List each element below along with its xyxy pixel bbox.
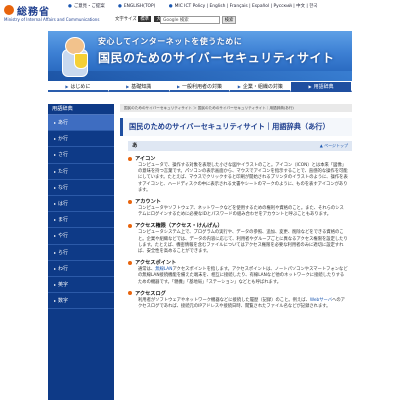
sidebar-item-sa[interactable]: ▸ さ行 <box>48 147 114 164</box>
arrow-right-icon: ▸ <box>54 200 57 206</box>
glossary-term: アイコン <box>135 156 156 162</box>
glossary-description: コンピュータシステム上で、プログラムの実行や、データの参照、追加、変更、削除など… <box>138 230 348 255</box>
top-link-english[interactable]: ● ENGLISH(TOP) <box>118 4 161 9</box>
arrow-right-icon: ▸ <box>54 168 57 174</box>
page-top-link[interactable]: ▲ ページトップ <box>320 141 348 151</box>
glossary-entry: アカウント コンピュータやソフトウェア、ネットワークなどを使用するための権利や資… <box>128 198 352 218</box>
glossary-description: コンピュータで、操作する対象を表現した小さな図やイラストのこと。アイコン（ICO… <box>138 163 348 193</box>
section-letter: あ <box>132 143 138 149</box>
bullet-icon <box>128 156 132 161</box>
site-logo[interactable]: 総務省 Ministry of Internal Affairs and Com… <box>4 3 99 27</box>
bullet-icon <box>128 223 132 228</box>
nav-item-glossary[interactable]: ▶ 用語辞典 <box>291 82 352 92</box>
main-nav: ▶ はじめに ▶ 基礎知識 ▶ 一般利用者の対策 ▶ 企業・組織の対策 ▶ 用語辞典 <box>48 82 352 92</box>
glossary-entry: アクセスログ 利用者がソフトウェアやネットワーク機器などに接続した履歴（記録）の… <box>128 290 352 310</box>
mascot-icon <box>56 35 92 77</box>
glossary-entry: アイコン コンピュータで、操作する対象を表現した小さな図やイラストのこと。アイコ… <box>128 155 352 194</box>
arrow-right-icon: ▸ <box>54 217 57 223</box>
glossary-term: アクセス権限（アクセス・けんげん） <box>135 223 223 230</box>
arrow-right-icon: ▶ <box>65 84 69 89</box>
sidebar-item-numbers[interactable]: ▸ 数字 <box>48 293 114 310</box>
breadcrumb[interactable]: 国民のためのサイバーセキュリティサイト ＞ 国民のためのサイバーセキュリティサイ… <box>120 104 352 112</box>
arrow-right-icon: ▸ <box>54 233 57 239</box>
font-size-control: 文字サイズ 標準 大 <box>115 16 165 22</box>
arrow-right-icon: ▸ <box>54 265 57 271</box>
sidebar-item-alphabet[interactable]: ▸ 英字 <box>48 277 114 294</box>
page-title: 国民のためのサイバーセキュリティサイト｜用語辞典（あ行） <box>120 118 352 136</box>
header: 総務省 Ministry of Internal Affairs and Com… <box>0 0 400 30</box>
sidebar-heading: 用語辞典 <box>48 104 114 115</box>
sidebar: 用語辞典 ▸ あ行 ▸ か行 ▸ さ行 ▸ た行 ▸ な行 ▸ は行 ▸ ま行 ▸ や行 ▸ ら行… <box>48 104 114 400</box>
glossary-term: アカウント <box>135 199 161 206</box>
sidebar-item-ta[interactable]: ▸ た行 <box>48 164 114 180</box>
banner-tagline: 安心してインターネットを使うために <box>98 37 243 46</box>
bullet-icon: ● <box>68 4 72 9</box>
nav-item-user-measures[interactable]: ▶ 一般利用者の対策 <box>169 82 231 92</box>
arrow-right-icon: ▸ <box>54 298 57 304</box>
top-link-languages[interactable]: ● MIC ICT Policy | English | Français | E… <box>169 4 324 9</box>
sidebar-item-ha[interactable]: ▸ は行 <box>48 196 114 213</box>
glossary-link-web-server[interactable]: Webサーバ <box>310 298 332 303</box>
nav-item-intro[interactable]: ▶ はじめに <box>48 82 109 92</box>
glossary-description: 利用者がソフトウェアやネットワーク機器などに接続した履歴（記録）のこと。例えば、… <box>138 297 345 310</box>
top-links: ● ご意見・ご提案 ● ENGLISH(TOP) ● MIC ICT Policy |… <box>68 3 329 9</box>
sidebar-item-ka[interactable]: ▸ か行 <box>48 131 114 148</box>
nav-item-org-measures[interactable]: ▶ 企業・組織の対策 <box>230 82 292 92</box>
arrow-right-icon: ▶ <box>176 84 181 89</box>
glossary-entry: アクセスポイント 通常は、無線LANアクセスポイントを指します。アクセスポイント… <box>128 259 352 286</box>
glossary-description: 通常は、無線LANアクセスポイントを指します。アクセスポイントは、ノートパソコン… <box>138 267 348 285</box>
nav-item-basics[interactable]: ▶ 基礎知識 <box>108 82 170 92</box>
glossary-description: コンピュータやソフトウェア、ネットワークなどを使用するための権利や資格のこと。ま… <box>138 206 344 218</box>
arrow-right-icon: ▶ <box>237 84 241 89</box>
site-banner[interactable]: 安心してインターネットを使うために 国民のためのサイバーセキュリティサイト <box>48 31 352 81</box>
bullet-icon <box>128 199 132 204</box>
sidebar-item-ma[interactable]: ▸ ま行 <box>48 212 114 229</box>
page-frame: 総務省 Ministry of Internal Affairs and Com… <box>0 0 400 400</box>
arrow-right-icon: ▶ <box>126 84 130 89</box>
arrow-up-icon: ▲ <box>319 143 323 148</box>
arrow-right-icon: ▸ <box>54 152 57 158</box>
font-size-standard-button[interactable]: 標準 <box>138 16 152 22</box>
sidebar-item-ya[interactable]: ▸ や行 <box>48 228 114 245</box>
arrow-right-icon: ▸ <box>54 136 57 142</box>
banner-stripe <box>48 71 352 81</box>
sidebar-item-wa[interactable]: ▸ わ行 <box>48 261 114 277</box>
bullet-icon: ● <box>168 4 173 9</box>
sidebar-item-ra[interactable]: ▸ ら行 <box>48 245 114 261</box>
arrow-right-icon: ▶ <box>308 84 312 89</box>
search-input[interactable]: Google 検索 <box>160 16 220 24</box>
glossary-list: アイコン コンピュータで、操作する対象を表現した小さな図やイラストのこと。アイコ… <box>128 155 352 314</box>
bullet-icon <box>128 260 132 265</box>
bullet-icon <box>128 291 132 296</box>
arrow-right-icon: ▸ <box>54 281 57 287</box>
arrow-right-icon: ▸ <box>54 120 57 125</box>
glossary-link-wireless-lan[interactable]: 無線LAN <box>155 267 172 272</box>
logo-subtitle: Ministry of Internal Affairs and Communi… <box>4 17 100 22</box>
glossary-entry: アクセス権限（アクセス・けんげん） コンピュータシステム上で、プログラムの実行や… <box>128 222 352 255</box>
shield-icon <box>74 53 88 69</box>
glossary-term: アクセスポイント <box>135 260 177 267</box>
glossary-term: アクセスログ <box>135 290 166 297</box>
sidebar-item-na[interactable]: ▸ な行 <box>48 180 114 196</box>
search-button[interactable]: 検索 <box>222 16 236 24</box>
font-size-label: 文字サイズ <box>115 17 137 22</box>
top-link-feedback[interactable]: ● ご意見・ご提案 <box>68 4 111 9</box>
arrow-right-icon: ▸ <box>54 249 57 255</box>
arrow-right-icon: ▸ <box>54 184 57 190</box>
mic-emblem-icon <box>4 5 14 15</box>
bullet-icon: ● <box>118 4 122 9</box>
logo-name: 総務省 <box>17 7 50 18</box>
banner-title: 国民のためのサイバーセキュリティサイト <box>98 51 335 65</box>
sidebar-item-a[interactable]: ▸ あ行 <box>48 115 114 132</box>
section-heading: あ ▲ ページトップ <box>128 141 352 151</box>
